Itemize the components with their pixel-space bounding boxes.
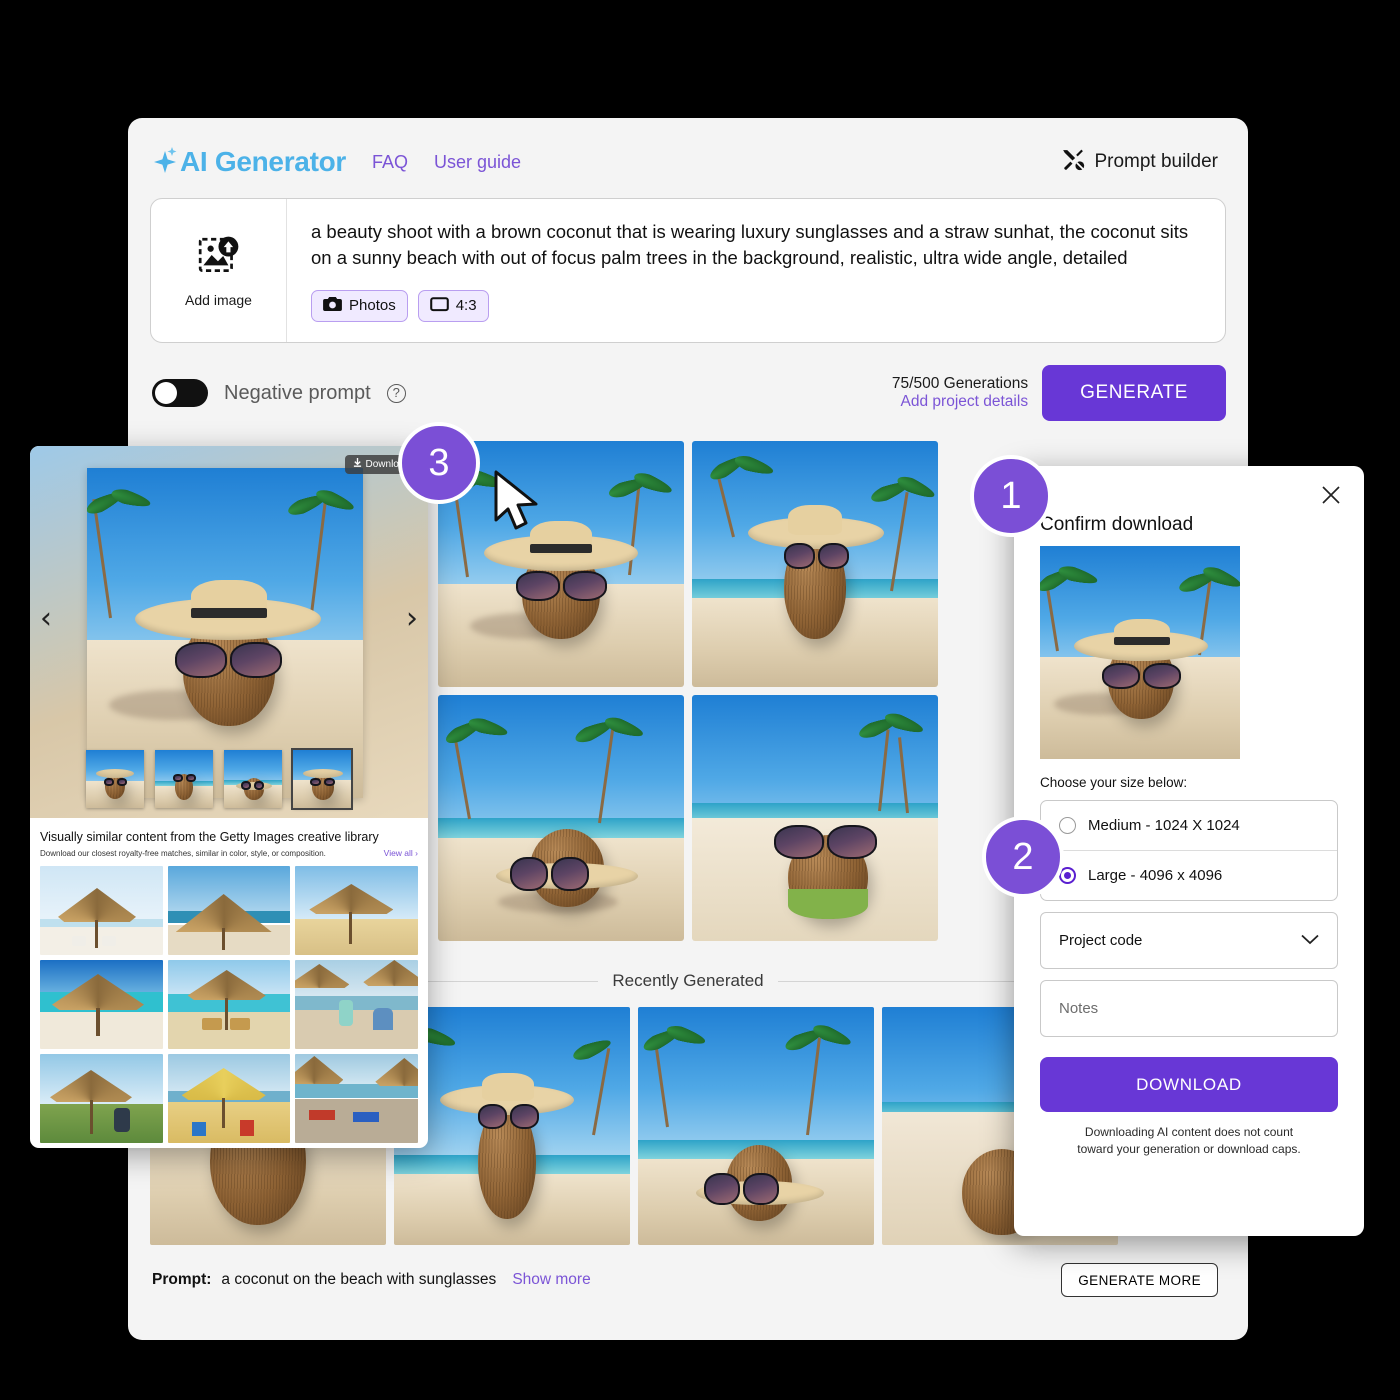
size-option-medium[interactable]: Medium - 1024 X 1024	[1041, 801, 1337, 850]
size-option-large-label: Large - 4096 x 4096	[1088, 867, 1223, 884]
generate-more-button[interactable]: GENERATE MORE	[1061, 1263, 1218, 1297]
tools-icon	[1060, 147, 1085, 178]
generated-image-3[interactable]	[438, 695, 684, 941]
view-all-link[interactable]: View all ›	[384, 848, 418, 858]
show-more-link[interactable]: Show more	[512, 1271, 590, 1289]
similar-image[interactable]	[167, 1054, 291, 1143]
add-image-label: Add image	[185, 292, 252, 308]
size-radio-group: Medium - 1024 X 1024 Large - 4096 x 4096	[1040, 800, 1338, 901]
generate-controls: 75/500 Generations Add project details G…	[892, 365, 1226, 421]
dialog-note-line1: Downloading AI content does not count	[1084, 1125, 1294, 1139]
notes-placeholder: Notes	[1059, 1000, 1099, 1017]
similar-image[interactable]	[40, 960, 163, 1049]
add-project-details-link[interactable]: Add project details	[892, 393, 1029, 411]
radio-medium[interactable]	[1059, 817, 1076, 834]
image-upload-icon	[196, 233, 242, 284]
dialog-title: Confirm download	[1040, 514, 1194, 535]
bottom-prompt-text: a coconut on the beach with sunglasses	[221, 1271, 497, 1288]
similar-content-section: Visually similar content from the Getty …	[30, 818, 428, 1148]
notes-input[interactable]: Notes	[1040, 980, 1338, 1037]
sparkle-icon	[152, 147, 178, 177]
lightbox-thumbnail[interactable]	[155, 750, 213, 808]
step-badge-2: 2	[982, 816, 1064, 898]
brand-name: AI Generator	[180, 146, 346, 177]
similar-image[interactable]	[295, 1054, 418, 1143]
lightbox-thumbnail[interactable]	[86, 750, 144, 808]
size-option-large[interactable]: Large - 4096 x 4096	[1041, 850, 1337, 900]
similar-content-subrow: Download our closest royalty-free matche…	[40, 848, 418, 858]
choose-size-label: Choose your size below:	[1040, 775, 1188, 790]
app-header: AI Generator FAQ User guide Prompt build…	[128, 118, 1248, 188]
prompt-card: Add image a beauty shoot with a brown co…	[150, 198, 1226, 343]
download-icon	[353, 458, 362, 471]
generate-row: Negative prompt ? 75/500 Generations Add…	[128, 343, 1248, 437]
generation-counts: 75/500 Generations Add project details	[892, 375, 1028, 411]
chip-photos[interactable]: Photos	[311, 289, 408, 322]
bottom-prompt-label: Prompt:	[152, 1271, 212, 1288]
toggle-knob	[155, 382, 177, 404]
nav-faq[interactable]: FAQ	[372, 152, 408, 173]
camera-icon	[323, 296, 342, 316]
bottom-prompt-bar: Prompt: a coconut on the beach with sung…	[128, 1245, 1248, 1317]
aspect-ratio-icon	[429, 296, 449, 316]
dialog-preview-image	[1040, 546, 1240, 759]
chevron-down-icon	[1301, 932, 1319, 950]
recent-image-3[interactable]	[638, 1007, 874, 1245]
dialog-download-button[interactable]: DOWNLOAD	[1040, 1057, 1338, 1112]
lightbox-thumbnail-selected[interactable]	[291, 748, 353, 810]
similar-image[interactable]	[40, 866, 163, 955]
project-code-label: Project code	[1059, 932, 1143, 949]
similar-image[interactable]	[295, 960, 418, 1049]
similar-content-grid	[40, 866, 418, 1143]
step-badge-1: 1	[970, 455, 1052, 537]
similar-content-title: Visually similar content from the Getty …	[40, 830, 379, 844]
prompt-chips: Photos 4:3	[311, 289, 1201, 322]
lightbox-viewer: Download ‹ ›	[30, 446, 428, 818]
add-image-button[interactable]: Add image	[151, 199, 287, 342]
generated-image-4[interactable]	[692, 695, 938, 941]
image-lightbox-panel: Download ‹ › Visually similar content fr…	[30, 446, 428, 1148]
question-mark-icon[interactable]: ?	[386, 383, 406, 403]
brand-logo: AI Generator	[152, 146, 346, 178]
prompt-body: a beauty shoot with a brown coconut that…	[287, 199, 1225, 342]
chevron-left-icon[interactable]: ‹	[40, 604, 52, 634]
prompt-builder-button[interactable]: Prompt builder	[1060, 147, 1218, 178]
chip-photos-label: Photos	[349, 297, 396, 315]
size-option-medium-label: Medium - 1024 X 1024	[1088, 817, 1240, 834]
generations-count: 75/500 Generations	[891, 375, 1029, 392]
mouse-cursor-icon	[492, 470, 548, 539]
recently-generated-label: Recently Generated	[612, 971, 764, 990]
prompt-input[interactable]: a beauty shoot with a brown coconut that…	[311, 219, 1201, 272]
lightbox-thumbnail[interactable]	[224, 750, 282, 808]
generated-image-2[interactable]	[692, 441, 938, 687]
similar-content-subtitle: Download our closest royalty-free matche…	[40, 849, 326, 858]
screenshot-stage: AI Generator FAQ User guide Prompt build…	[0, 0, 1400, 1400]
negative-prompt-label: Negative prompt	[224, 381, 371, 404]
similar-image[interactable]	[167, 866, 291, 955]
step-badge-3: 3	[398, 422, 480, 504]
confirm-download-dialog: Confirm download Choose your size below:…	[1014, 466, 1364, 1236]
nav-user-guide[interactable]: User guide	[434, 152, 521, 173]
dialog-note: Downloading AI content does not count to…	[1040, 1124, 1338, 1159]
negative-prompt-toggle[interactable]	[152, 379, 208, 407]
lightbox-thumbnail-strip	[86, 748, 353, 810]
recent-image-2[interactable]	[394, 1007, 630, 1245]
prompt-builder-label: Prompt builder	[1094, 151, 1218, 172]
chip-aspect-ratio[interactable]: 4:3	[417, 289, 489, 322]
lightbox-main-image[interactable]	[87, 468, 363, 798]
chip-aspect-ratio-label: 4:3	[455, 297, 477, 315]
similar-image[interactable]	[295, 866, 418, 955]
close-icon[interactable]	[1320, 484, 1342, 506]
similar-image[interactable]	[40, 1054, 163, 1143]
project-code-select[interactable]: Project code	[1040, 912, 1338, 969]
dialog-note-line2: toward your generation or download caps.	[1077, 1142, 1301, 1157]
chevron-right-icon[interactable]: ›	[406, 604, 418, 634]
similar-image[interactable]	[167, 960, 291, 1049]
generate-button[interactable]: GENERATE	[1042, 365, 1226, 421]
